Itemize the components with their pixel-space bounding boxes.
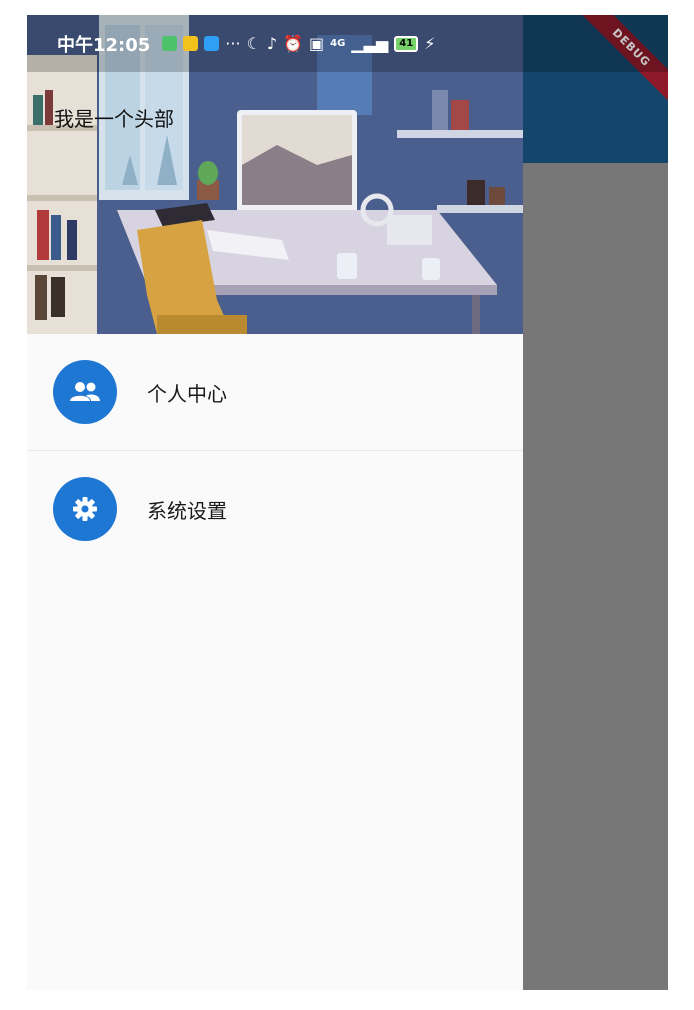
network-type-label: 4G [330,38,346,49]
more-notifications-icon: ··· [225,34,241,53]
drawer-header-title: 我是一个头部 [54,107,174,131]
mute-icon: ♪ [266,34,278,53]
drawer-item-system-settings[interactable]: 系统设置 [27,451,523,567]
navigation-drawer: 我是一个头部 个人中心 系统设置 [27,15,523,990]
personal-center-label: 个人中心 [147,381,227,406]
charging-icon: ⚡ [424,34,436,53]
alarm-icon: ⏰ [283,34,304,53]
battery-icon: 41 [394,35,419,52]
notification-app-icon [183,36,199,51]
status-time: 中午12:05 [57,34,151,56]
notification-app-icon [162,36,178,51]
app-screen: DEBUG 我是一个头部 个人中心 系统设置 中午12:05 ··· ☾ ♪ ⏰… [27,15,668,990]
system-settings-label: 系统设置 [147,498,227,523]
hd-icon: ▣ [309,34,325,53]
settings-gear-icon [73,497,97,521]
status-bar: 中午12:05 ··· ☾ ♪ ⏰ ▣ 4G ▁▃▅ 41 ⚡ [27,15,668,72]
personal-center-avatar [53,360,117,424]
drawer-item-personal-center[interactable]: 个人中心 [27,334,523,450]
moon-icon: ☾ [246,34,261,53]
system-settings-avatar [53,477,117,541]
signal-icon: ▁▃▅ [351,34,389,53]
people-icon [70,382,100,401]
notification-app-icon [204,36,220,51]
